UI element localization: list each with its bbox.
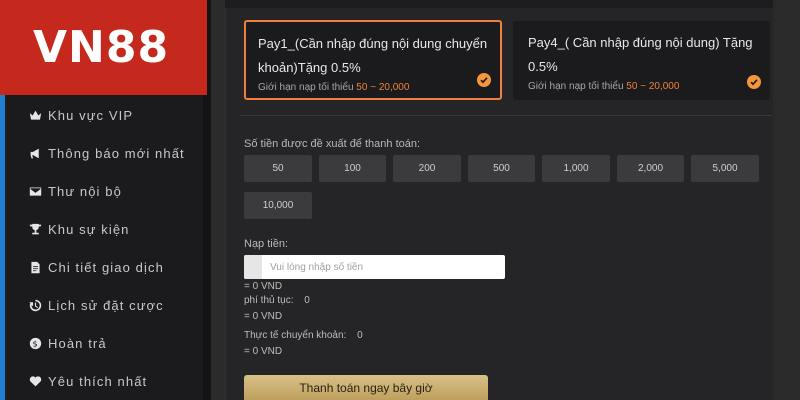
- sidebar-item-label: Lịch sử đặt cược: [48, 297, 164, 313]
- actual-transfer-value: 0: [357, 330, 363, 341]
- sidebar-item-vip[interactable]: Khu vực VIP: [28, 96, 203, 134]
- actual-transfer-vnd-equivalent: = 0 VND: [244, 346, 283, 357]
- sidebar-item-events[interactable]: Khu sự kiện: [28, 210, 203, 248]
- history-icon: [28, 298, 42, 312]
- pay-now-button[interactable]: Thanh toán ngay bây giờ: [244, 375, 488, 400]
- payment-method-title: Pay4_( Cần nhập đúng nội dung) Tặng 0.5%: [528, 35, 753, 74]
- sidebar-accent-rail: [0, 95, 5, 400]
- amount-button-100[interactable]: 100: [319, 155, 386, 182]
- amount-button-1000[interactable]: 1,000: [542, 155, 610, 182]
- amount-button-200[interactable]: 200: [393, 155, 461, 182]
- sidebar-item-label: Thông báo mới nhất: [48, 145, 185, 161]
- deposit-label: Nạp tiền:: [244, 238, 289, 250]
- sidebar-item-bet-history[interactable]: Lịch sử đặt cược: [28, 286, 203, 324]
- section-divider: [240, 115, 772, 116]
- fee-vnd-equivalent: = 0 VND: [244, 311, 283, 322]
- amount-button-2000[interactable]: 2,000: [617, 155, 684, 182]
- crown-icon: [28, 108, 42, 122]
- sidebar-nav: Khu vực VIP Thông báo mới nhất Thư nội b…: [28, 96, 203, 400]
- sidebar-item-label: Khu vực VIP: [48, 107, 134, 123]
- brand-logo[interactable]: VN88: [0, 0, 207, 95]
- sidebar-item-transactions[interactable]: Chi tiết giao dịch: [28, 248, 203, 286]
- megaphone-icon: [28, 146, 42, 160]
- sidebar-item-inbox[interactable]: Thư nội bộ: [28, 172, 203, 210]
- payment-method-pay4[interactable]: Pay4_( Cần nhập đúng nội dung) Tặng 0.5%…: [513, 21, 770, 100]
- amount-button-10000[interactable]: 10,000: [244, 192, 312, 219]
- svg-text:$: $: [32, 338, 38, 348]
- check-circle-icon: [747, 75, 761, 89]
- actual-transfer-row: Thực tế chuyển khoản: 0: [244, 330, 363, 341]
- mail-icon: [28, 184, 42, 198]
- sidebar-item-label: Yêu thích nhất: [48, 373, 148, 389]
- deposit-amount-input[interactable]: [262, 255, 505, 279]
- sidebar-item-label: Chi tiết giao dịch: [48, 259, 164, 275]
- sidebar-item-label: Hoàn trả: [48, 335, 107, 351]
- fee-label: phí thủ tục:: [244, 295, 294, 306]
- logo-text: VN88: [33, 22, 170, 73]
- payment-method-title: Pay1_(Cần nhập đúng nội dung chuyển khoả…: [258, 36, 488, 75]
- fee-row: phí thủ tục: 0: [244, 295, 310, 306]
- sidebar-item-label: Khu sự kiện: [48, 221, 130, 237]
- payment-method-limit: Giới hạn nạp tối thiểu 50 ~ 20,000: [258, 82, 410, 93]
- sidebar-item-favorites[interactable]: Yêu thích nhất: [28, 362, 203, 400]
- check-circle-icon: [477, 73, 491, 87]
- payment-method-pay1[interactable]: Pay1_(Cần nhập đúng nội dung chuyển khoả…: [244, 20, 502, 100]
- deposit-vnd-equivalent: = 0 VND: [244, 281, 283, 292]
- heart-icon: [28, 374, 42, 388]
- document-icon: [28, 260, 42, 274]
- deposit-amount-field[interactable]: [244, 255, 505, 279]
- amount-button-50[interactable]: 50: [244, 155, 312, 182]
- right-gutter: [773, 0, 800, 400]
- suggested-amount-label: Số tiền được đề xuất để thanh toán:: [244, 138, 421, 150]
- fee-value: 0: [304, 295, 310, 306]
- payment-method-limit: Giới hạn nạp tối thiểu 50 ~ 20,000: [528, 81, 680, 92]
- actual-transfer-label: Thực tế chuyển khoản:: [244, 330, 347, 341]
- trophy-icon: [28, 222, 42, 236]
- sidebar-item-refund[interactable]: $ Hoàn trả: [28, 324, 203, 362]
- sidebar-item-announcements[interactable]: Thông báo mới nhất: [28, 134, 203, 172]
- sidebar-item-label: Thư nội bộ: [48, 183, 122, 199]
- amount-button-5000[interactable]: 5,000: [691, 155, 759, 182]
- dollar-circle-icon: $: [28, 336, 42, 350]
- amount-button-500[interactable]: 500: [468, 155, 535, 182]
- deposit-input-prefix: [244, 255, 262, 279]
